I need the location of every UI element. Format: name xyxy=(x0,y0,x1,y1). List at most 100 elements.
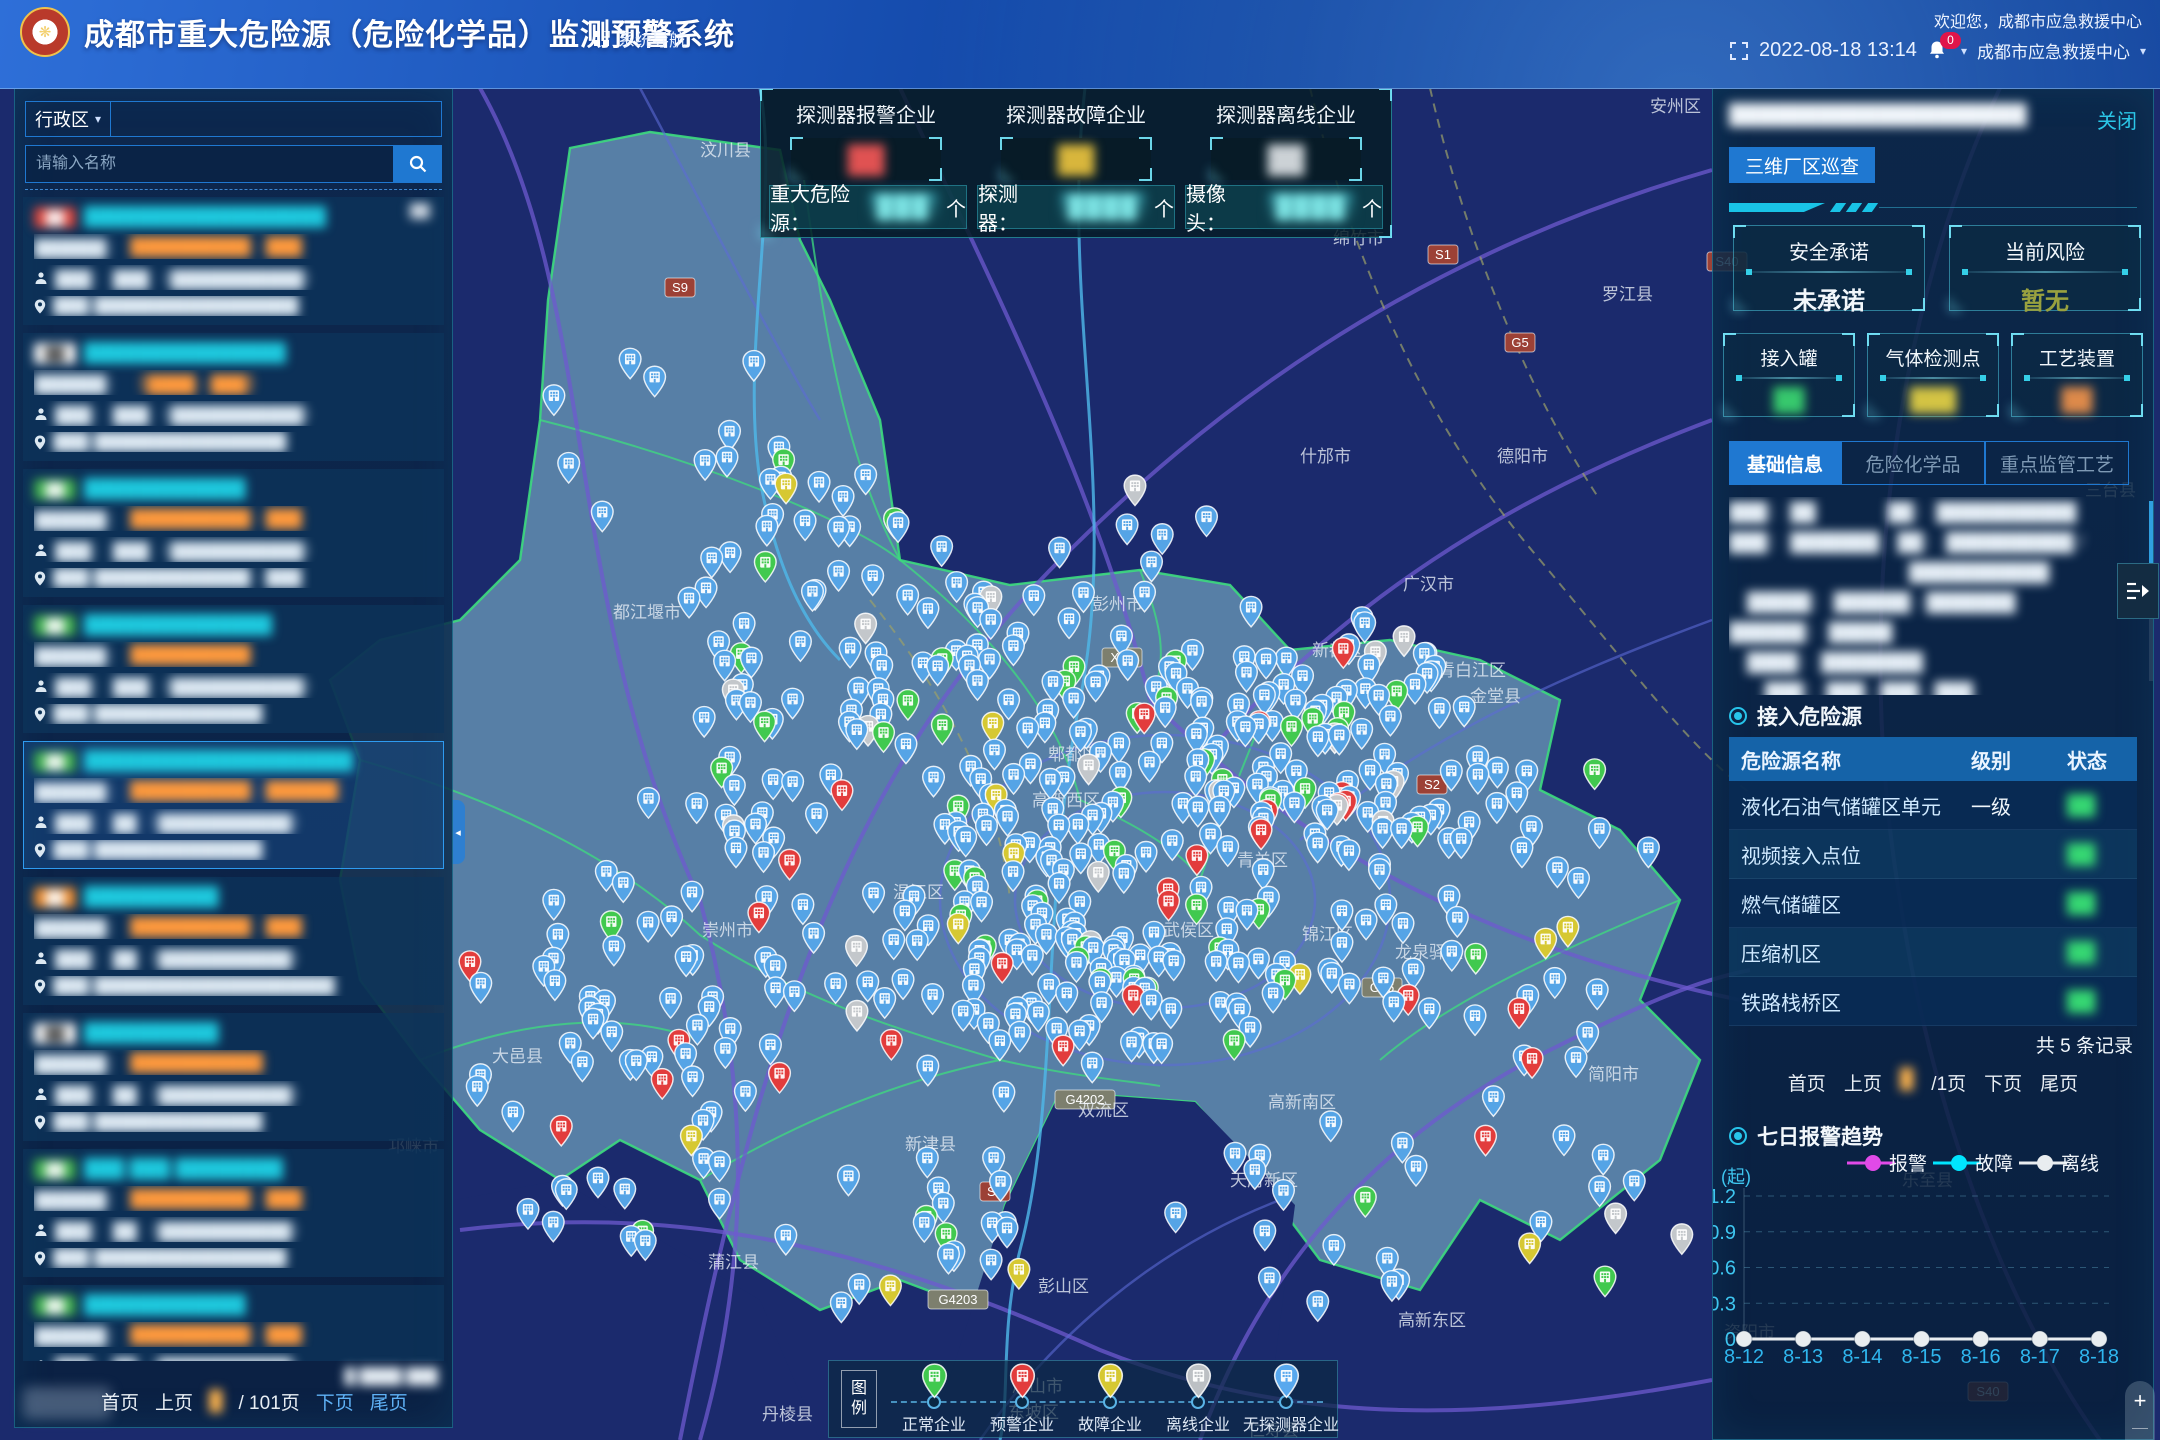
legend-label: 预警企业 xyxy=(979,1411,1065,1435)
column-header: 级别 xyxy=(1959,745,2055,774)
pagination-next[interactable]: 下页 xyxy=(316,1388,354,1415)
safety-promise-title: 安全承诺 xyxy=(1734,236,1924,265)
system-nav-label: 系统导航 xyxy=(618,26,686,51)
contact-redacted: ███： ██ （███████████） xyxy=(55,1217,308,1242)
app-stage: S9S1G5S40S2S7G4202G4203S40X40G76 汶川县安州区绵… xyxy=(0,0,2160,1440)
region-filter-value-input[interactable] xyxy=(111,101,442,137)
pagination-last[interactable]: 尾页 xyxy=(2040,1069,2078,1096)
column-header: 状态 xyxy=(2055,745,2137,774)
map-region-label: 彭山区 xyxy=(1038,1277,1089,1296)
sidebar-collapse-tab[interactable]: ◂ xyxy=(451,800,465,864)
pagination-first[interactable]: 首页 xyxy=(101,1388,139,1415)
user-menu[interactable]: 成都市应急救援中心 xyxy=(1977,38,2130,63)
tab-基础信息[interactable]: 基础信息 xyxy=(1729,441,1841,485)
close-button[interactable]: 关闭 xyxy=(2097,105,2137,134)
company-list-item[interactable]: █████ ███ ██████████████：██████████ · ██… xyxy=(23,1149,444,1277)
map-region-label: 简阳市 xyxy=(1588,1065,1639,1084)
company-list-item[interactable]: ██████████████████████：█████████████： ██… xyxy=(23,605,444,733)
hazard-type-label-redacted: ██████： xyxy=(34,234,123,259)
company-name-redacted: ██████████ xyxy=(84,886,219,908)
3d-plant-patrol-button[interactable]: 三维厂区巡查 xyxy=(1729,147,1875,183)
map-region-label: 罗江县 xyxy=(1602,285,1653,304)
pagination-total: / 101页 xyxy=(239,1388,300,1415)
hazard-type-label-redacted: ██████： xyxy=(34,1050,123,1075)
counter-value-redacted: ███ xyxy=(869,192,938,222)
person-icon xyxy=(34,543,48,557)
company-name-redacted: ███ ███ ████████ xyxy=(84,1158,283,1180)
stat-card-offline: 探测器离线企业 ██ xyxy=(1181,99,1391,180)
svg-text:8-16: 8-16 xyxy=(1961,1346,2001,1368)
tab-危险化学品[interactable]: 危险化学品 xyxy=(1841,441,1985,485)
company-pagination: 首页 上页 █ / 101页 下页 尾页 xyxy=(101,1388,446,1415)
pagination-first[interactable]: 首页 xyxy=(1788,1069,1826,1096)
address-redacted: ███ █████████████ · ███ xyxy=(53,568,302,588)
contact-redacted: ███： ███ （███████████） xyxy=(55,265,320,290)
map-region-label: 丹棱县 xyxy=(762,1405,813,1424)
pagination-total: /1页 xyxy=(1931,1069,1966,1096)
location-icon xyxy=(34,843,46,858)
table-row[interactable]: 视频接入点位██ xyxy=(1729,830,2137,879)
notification-badge: 0 xyxy=(1940,32,1961,49)
company-name-redacted: ████████████ xyxy=(84,1294,246,1316)
zoom-in-button[interactable]: + xyxy=(2134,1388,2147,1414)
datetime: 2022-08-18 13:14 xyxy=(1759,39,1917,62)
pagination-last[interactable]: 尾页 xyxy=(370,1388,408,1415)
counter-hazard-sources: 重大危险源： ███ 个 xyxy=(769,185,967,229)
company-list-item[interactable]: ████████████████████████████：██████████ … xyxy=(23,741,444,869)
hazard-type-value-redacted: ██████████ - ███ xyxy=(130,509,302,529)
company-list-item[interactable]: ████████████████████：██████████ · ██████… xyxy=(23,1285,444,1361)
svg-text:0.9: 0.9 xyxy=(1713,1222,1736,1244)
kpi-box: 气体检测点███ xyxy=(1867,333,1999,417)
table-row[interactable]: 液化石油气储罐区单元一级██ xyxy=(1729,781,2137,830)
records-count-redacted: █ ████ ███ xyxy=(345,1368,438,1385)
map-region-label: 双流区 xyxy=(1078,1101,1129,1120)
svg-text:8-13: 8-13 xyxy=(1783,1346,1823,1368)
search-input[interactable] xyxy=(25,145,394,183)
expand-panel-icon[interactable] xyxy=(2117,563,2159,619)
table-records-total: 共 5 条记录 xyxy=(2036,1031,2133,1058)
tab-重点监管工艺[interactable]: 重点监管工艺 xyxy=(1985,441,2129,485)
pagination-next[interactable]: 下页 xyxy=(1984,1069,2022,1096)
region-filter-select[interactable]: 行政区 ▾ xyxy=(25,101,111,137)
redacted-button[interactable] xyxy=(23,1387,111,1419)
pagination-prev[interactable]: 上页 xyxy=(155,1388,193,1415)
company-list-item[interactable]: ██████████████████：██████████████： ██ （█… xyxy=(23,1013,444,1141)
location-icon xyxy=(34,435,46,450)
system-nav-button[interactable]: 系统导航 xyxy=(594,26,686,51)
legend-label: 无探测器企业 xyxy=(1243,1411,1329,1435)
svg-text:8-18: 8-18 xyxy=(2079,1346,2119,1368)
pagination-prev[interactable]: 上页 xyxy=(1844,1069,1882,1096)
company-list-item[interactable]: ████████████████████████████：██████████ … xyxy=(23,197,444,325)
address-redacted: ███ ██████████████ xyxy=(53,1112,262,1132)
svg-text:报警: 报警 xyxy=(1889,1153,1927,1175)
map-region-label: 大邑县 xyxy=(492,1047,543,1066)
location-icon xyxy=(34,979,46,994)
company-list: ████████████████████████████：██████████ … xyxy=(23,197,444,1361)
svg-text:故障: 故障 xyxy=(1975,1153,2013,1175)
current-risk-box: 当前风险 暂无 xyxy=(1949,225,2141,311)
company-list-item[interactable]: ███████████████████████：【████ - ███】███：… xyxy=(23,333,444,461)
location-icon xyxy=(34,1251,46,1266)
map-region-label: 安州区 xyxy=(1650,97,1701,116)
person-icon xyxy=(34,271,48,285)
danger-sources-section-header: 接入危险源 xyxy=(1729,701,1862,731)
location-icon xyxy=(34,571,46,586)
hazard-status-redacted: ██ xyxy=(2055,990,2137,1013)
table-row[interactable]: 压缩机区██ xyxy=(1729,928,2137,977)
hazard-type-value-redacted: ██████████ · ███ xyxy=(130,1325,302,1345)
table-row[interactable]: 燃气储罐区██ xyxy=(1729,879,2137,928)
notifications-button[interactable]: 0 xyxy=(1927,40,1951,62)
road-shield-label: G5 xyxy=(1511,335,1528,350)
table-row[interactable]: 铁路栈桥区██ xyxy=(1729,977,2137,1026)
counter-value-redacted: ████ xyxy=(1060,192,1146,222)
contact-redacted: ███： ███ （███████████） xyxy=(55,401,320,426)
person-icon xyxy=(34,951,48,965)
company-list-item[interactable]: ██████████████████：██████████ · ██████： … xyxy=(23,877,444,1005)
fullscreen-icon[interactable] xyxy=(1729,41,1749,61)
search-button[interactable] xyxy=(394,145,442,183)
section-radio-icon xyxy=(1729,1127,1747,1145)
safety-promise-value: 未承诺 xyxy=(1734,281,1924,316)
address-redacted: ███ ██████████████ xyxy=(53,840,262,860)
company-list-item[interactable]: ████████████████████：██████████ - ██████… xyxy=(23,469,444,597)
kpi-box: 接入罐██ xyxy=(1723,333,1855,417)
